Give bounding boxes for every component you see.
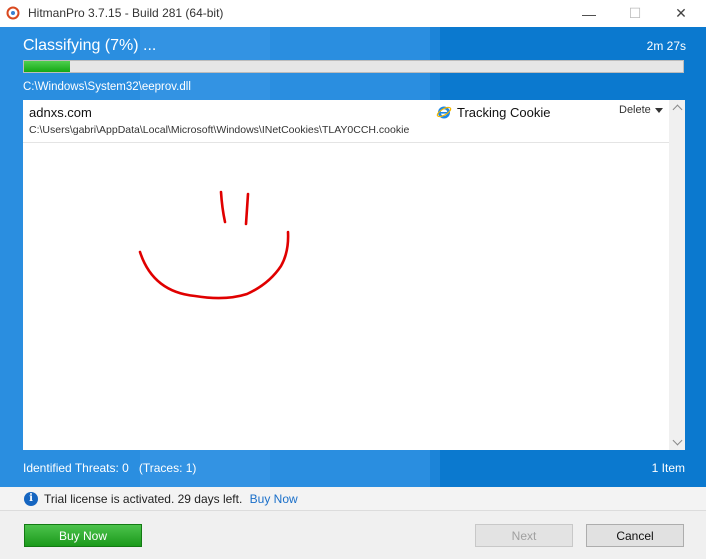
scroll-down-button[interactable] bbox=[669, 434, 685, 450]
license-text: Trial license is activated. 29 days left… bbox=[44, 492, 243, 506]
buy-now-button[interactable]: Buy Now bbox=[24, 524, 142, 547]
info-icon: i bbox=[24, 492, 38, 506]
minimize-button[interactable]: — bbox=[566, 0, 612, 27]
scroll-up-button[interactable] bbox=[669, 100, 685, 116]
result-type: Tracking Cookie bbox=[457, 105, 551, 120]
action-label: Delete bbox=[619, 104, 651, 116]
result-path: C:\Users\gabri\AppData\Local\Microsoft\W… bbox=[29, 124, 410, 136]
window-title: HitmanPro 3.7.15 - Build 281 (64-bit) bbox=[28, 6, 224, 20]
scan-progress-bar bbox=[23, 60, 684, 73]
threat-summary: Identified Threats: 0 (Traces: 1) bbox=[23, 461, 197, 475]
chevron-down-icon bbox=[654, 107, 663, 113]
footer: Buy Now Next Cancel bbox=[0, 511, 706, 559]
close-button[interactable]: ✕ bbox=[658, 0, 704, 27]
results-scrollbar[interactable] bbox=[669, 100, 685, 450]
close-icon: ✕ bbox=[675, 5, 687, 21]
minimize-icon: — bbox=[582, 5, 596, 22]
red-smiley-drawing bbox=[138, 190, 290, 300]
scan-panel: Classifying (7%) ... 2m 27s C:\Windows\S… bbox=[0, 27, 706, 487]
title-bar: HitmanPro 3.7.15 - Build 281 (64-bit) — … bbox=[0, 0, 706, 27]
internet-explorer-icon bbox=[436, 106, 452, 119]
maximize-icon: ☐ bbox=[628, 5, 642, 21]
time-remaining: 2m 27s bbox=[646, 39, 686, 53]
delete-action-dropdown[interactable]: Delete bbox=[619, 104, 663, 116]
next-button[interactable]: Next bbox=[475, 524, 573, 547]
chevron-up-icon bbox=[672, 104, 682, 115]
result-name: adnxs.com bbox=[29, 105, 92, 120]
cancel-button[interactable]: Cancel bbox=[586, 524, 684, 547]
item-count: 1 Item bbox=[651, 461, 685, 475]
hitmanpro-logo-icon bbox=[6, 6, 20, 20]
maximize-button[interactable]: ☐ bbox=[612, 0, 658, 27]
buy-now-link[interactable]: Buy Now bbox=[250, 492, 298, 506]
progress-fill bbox=[24, 61, 71, 72]
chevron-down-icon bbox=[672, 435, 682, 446]
current-file-path: C:\Windows\System32\eeprov.dll bbox=[23, 81, 191, 93]
results-list: adnxs.com C:\Users\gabri\AppData\Local\M… bbox=[23, 100, 685, 450]
scan-status: Classifying (7%) ... bbox=[23, 37, 157, 54]
table-row[interactable]: adnxs.com C:\Users\gabri\AppData\Local\M… bbox=[23, 100, 669, 143]
license-notice: i Trial license is activated. 29 days le… bbox=[0, 487, 706, 511]
